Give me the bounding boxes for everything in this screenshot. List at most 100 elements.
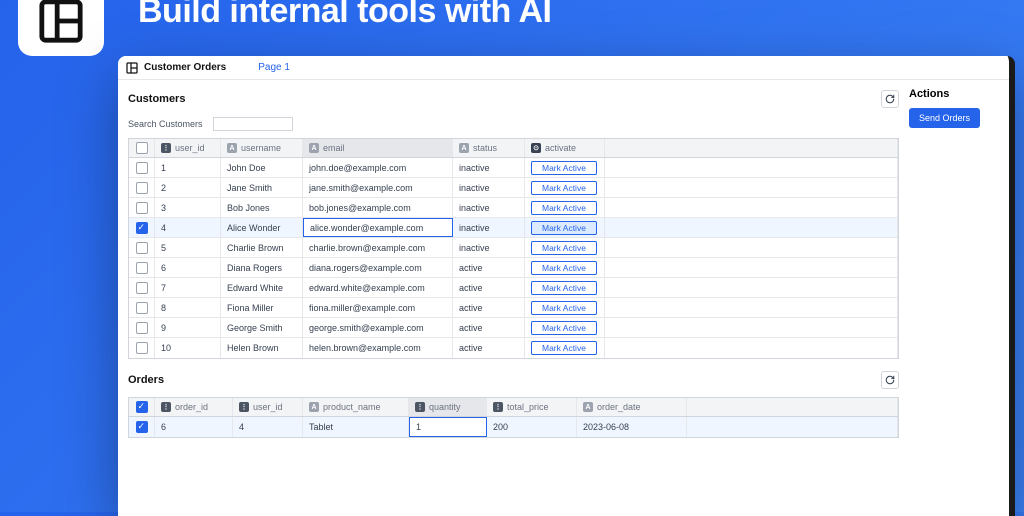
customers-title: Customers xyxy=(128,93,185,105)
cell-user-id[interactable]: 7 xyxy=(155,278,221,297)
app-window: Customer Orders Page 1 Customers Search … xyxy=(118,56,1015,516)
cell-status[interactable]: active xyxy=(453,278,525,297)
mark-active-button[interactable]: Mark Active xyxy=(531,341,597,355)
row-checkbox[interactable] xyxy=(136,242,148,254)
cell-status[interactable]: inactive xyxy=(453,238,525,257)
send-orders-button[interactable]: Send Orders xyxy=(909,108,980,128)
mark-active-button[interactable]: Mark Active xyxy=(531,261,597,275)
cell-username[interactable]: Alice Wonder xyxy=(221,218,303,237)
row-checkbox[interactable] xyxy=(136,222,148,234)
mark-active-button[interactable]: Mark Active xyxy=(531,201,597,215)
cell-user-id[interactable]: 8 xyxy=(155,298,221,317)
mark-active-button[interactable]: Mark Active xyxy=(531,301,597,315)
mark-active-button[interactable]: Mark Active xyxy=(531,221,597,235)
col-header-order-user-id[interactable]: ⋮user_id xyxy=(233,398,303,416)
row-checkbox[interactable] xyxy=(136,322,148,334)
customer-row[interactable]: 9George Smithgeorge.smith@example.comact… xyxy=(129,318,898,338)
cell-username[interactable]: Jane Smith xyxy=(221,178,303,197)
col-header-order-date[interactable]: Aorder_date xyxy=(577,398,687,416)
customers-panel: Customers Search Customers ⋮user_id Ause… xyxy=(128,88,899,359)
search-customers-input[interactable] xyxy=(213,117,293,131)
select-all-customers-checkbox[interactable] xyxy=(136,142,148,154)
cell-user-id[interactable]: 3 xyxy=(155,198,221,217)
cell-total-price[interactable]: 200 xyxy=(487,417,577,437)
mark-active-button[interactable]: Mark Active xyxy=(531,241,597,255)
cell-email[interactable]: john.doe@example.com xyxy=(303,158,453,177)
cell-user-id[interactable]: 4 xyxy=(155,218,221,237)
row-checkbox[interactable] xyxy=(136,302,148,314)
cell-username[interactable]: Diana Rogers xyxy=(221,258,303,277)
customer-row[interactable]: 1John Doejohn.doe@example.cominactive Mar… xyxy=(129,158,898,178)
cell-email[interactable]: helen.brown@example.com xyxy=(303,338,453,358)
cell-status[interactable]: inactive xyxy=(453,178,525,197)
cell-status[interactable]: active xyxy=(453,338,525,358)
col-header-username[interactable]: Ausername xyxy=(221,139,303,157)
row-checkbox[interactable] xyxy=(136,421,148,433)
cell-email[interactable]: george.smith@example.com xyxy=(303,318,453,337)
titlebar: Customer Orders Page 1 xyxy=(118,56,1009,80)
col-header-email[interactable]: Aemail xyxy=(303,139,453,157)
mark-active-button[interactable]: Mark Active xyxy=(531,181,597,195)
cell-status[interactable]: active xyxy=(453,318,525,337)
row-checkbox[interactable] xyxy=(136,202,148,214)
cell-user-id[interactable]: 1 xyxy=(155,158,221,177)
customer-row[interactable]: 2Jane Smithjane.smith@example.cominactiv… xyxy=(129,178,898,198)
cell-email[interactable]: diana.rogers@example.com xyxy=(303,258,453,277)
order-row[interactable]: 64Tablet12002023-06-08 xyxy=(129,417,898,437)
cell-email[interactable]: alice.wonder@example.com xyxy=(303,218,453,237)
cell-email[interactable]: jane.smith@example.com xyxy=(303,178,453,197)
customer-row[interactable]: 6Diana Rogersdiana.rogers@example.comact… xyxy=(129,258,898,278)
customer-row[interactable]: 5Charlie Browncharlie.brown@example.comi… xyxy=(129,238,898,258)
mark-active-button[interactable]: Mark Active xyxy=(531,321,597,335)
cell-status[interactable]: inactive xyxy=(453,218,525,237)
cell-quantity[interactable]: 1 xyxy=(409,417,487,437)
cell-product-name[interactable]: Tablet xyxy=(303,417,409,437)
cell-email[interactable]: edward.white@example.com xyxy=(303,278,453,297)
customer-row[interactable]: 10Helen Brownhelen.brown@example.comacti… xyxy=(129,338,898,358)
row-checkbox[interactable] xyxy=(136,182,148,194)
row-checkbox[interactable] xyxy=(136,282,148,294)
col-header-product-name[interactable]: Aproduct_name xyxy=(303,398,409,416)
page-indicator[interactable]: Page 1 xyxy=(258,62,290,73)
cell-username[interactable]: Edward White xyxy=(221,278,303,297)
col-header-status[interactable]: Astatus xyxy=(453,139,525,157)
refresh-orders-button[interactable] xyxy=(881,371,899,389)
cell-status[interactable]: inactive xyxy=(453,198,525,217)
col-header-activate[interactable]: ⊙activate xyxy=(525,139,605,157)
cell-email[interactable]: bob.jones@example.com xyxy=(303,198,453,217)
cell-user-id[interactable]: 6 xyxy=(155,258,221,277)
cell-username[interactable]: Fiona Miller xyxy=(221,298,303,317)
cell-status[interactable]: active xyxy=(453,258,525,277)
cell-status[interactable]: inactive xyxy=(453,158,525,177)
cell-username[interactable]: Bob Jones xyxy=(221,198,303,217)
row-checkbox[interactable] xyxy=(136,162,148,174)
cell-email[interactable]: charlie.brown@example.com xyxy=(303,238,453,257)
col-header-user-id[interactable]: ⋮user_id xyxy=(155,139,221,157)
refresh-customers-button[interactable] xyxy=(881,90,899,108)
cell-user-id[interactable]: 2 xyxy=(155,178,221,197)
cell-user-id[interactable]: 9 xyxy=(155,318,221,337)
cell-username[interactable]: George Smith xyxy=(221,318,303,337)
cell-order-id[interactable]: 6 xyxy=(155,417,233,437)
cell-user-id[interactable]: 5 xyxy=(155,238,221,257)
customer-row[interactable]: 7Edward Whiteedward.white@example.comact… xyxy=(129,278,898,298)
mark-active-button[interactable]: Mark Active xyxy=(531,161,597,175)
col-header-quantity[interactable]: ⋮quantity xyxy=(409,398,487,416)
cell-user-id[interactable]: 10 xyxy=(155,338,221,358)
mark-active-button[interactable]: Mark Active xyxy=(531,281,597,295)
row-checkbox[interactable] xyxy=(136,262,148,274)
customer-row[interactable]: 4Alice Wonderalice.wonder@example.comina… xyxy=(129,218,898,238)
cell-username[interactable]: Charlie Brown xyxy=(221,238,303,257)
cell-username[interactable]: John Doe xyxy=(221,158,303,177)
customer-row[interactable]: 8Fiona Millerfiona.miller@example.comact… xyxy=(129,298,898,318)
cell-status[interactable]: active xyxy=(453,298,525,317)
col-header-order-id[interactable]: ⋮order_id xyxy=(155,398,233,416)
customer-row[interactable]: 3Bob Jonesbob.jones@example.cominactive M… xyxy=(129,198,898,218)
col-header-total-price[interactable]: ⋮total_price xyxy=(487,398,577,416)
row-checkbox[interactable] xyxy=(136,342,148,354)
cell-order-date[interactable]: 2023-06-08 xyxy=(577,417,687,437)
cell-user-id[interactable]: 4 xyxy=(233,417,303,437)
cell-email[interactable]: fiona.miller@example.com xyxy=(303,298,453,317)
select-all-orders-checkbox[interactable] xyxy=(136,401,148,413)
cell-username[interactable]: Helen Brown xyxy=(221,338,303,358)
